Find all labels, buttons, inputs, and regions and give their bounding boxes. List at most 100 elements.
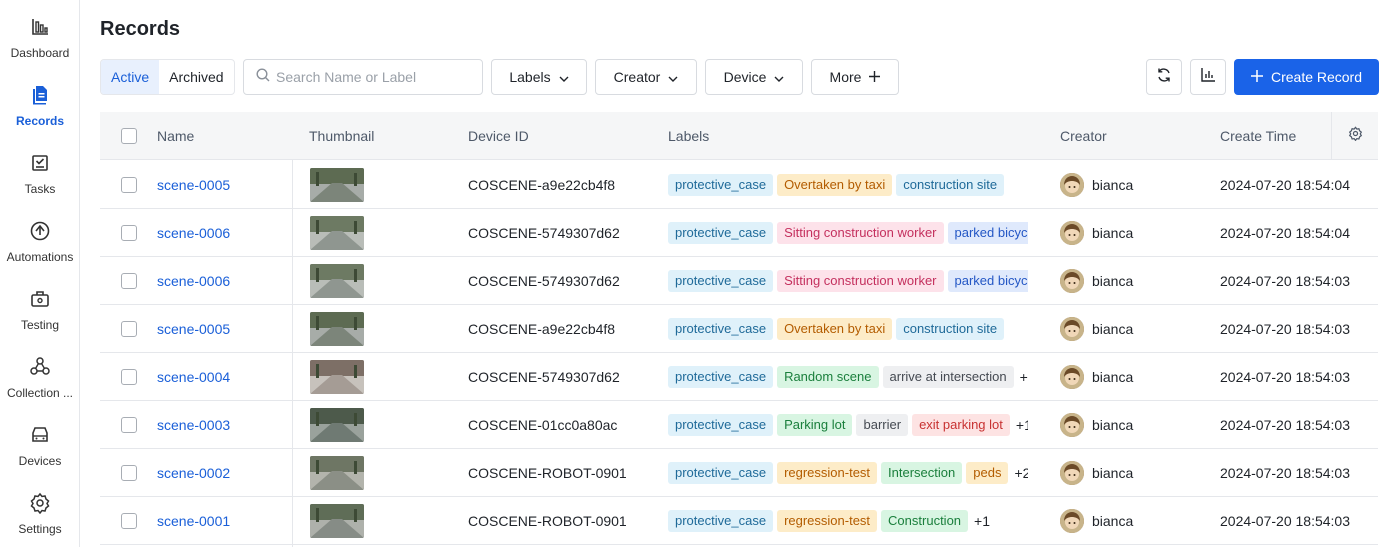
plus-icon xyxy=(869,69,881,85)
search-box xyxy=(243,59,483,95)
column-settings-button[interactable] xyxy=(1331,112,1378,160)
table-row[interactable]: scene-0005 COSCENE-a9e22cb4f8 protective_c… xyxy=(100,161,1378,209)
nav-dashboard[interactable]: Dashboard xyxy=(0,16,80,76)
label-tag[interactable]: Overtaken by taxi xyxy=(777,318,893,340)
label-tag[interactable]: Sitting construction worker xyxy=(777,270,944,292)
column-header-device-id: Device ID xyxy=(468,128,529,144)
table-row[interactable]: scene-0001 COSCENE-ROBOT-0901 protective_c… xyxy=(100,497,1378,545)
column-header-name[interactable]: Name xyxy=(157,112,194,160)
row-checkbox[interactable] xyxy=(121,417,137,433)
record-name-link[interactable]: scene-0001 xyxy=(157,497,230,545)
refresh-icon xyxy=(1156,67,1172,88)
label-tag[interactable]: construction site xyxy=(896,318,1005,340)
table-row[interactable]: scene-0006 COSCENE-5749307d62 protective_c… xyxy=(100,257,1378,305)
select-all-checkbox[interactable] xyxy=(121,128,137,144)
record-thumbnail[interactable] xyxy=(310,408,364,442)
row-checkbox[interactable] xyxy=(121,321,137,337)
label-tag[interactable]: Parking lot xyxy=(777,414,853,436)
row-checkbox[interactable] xyxy=(121,225,137,241)
more-labels-count[interactable]: +2 xyxy=(1014,465,1028,481)
row-checkbox[interactable] xyxy=(121,513,137,529)
label-tag[interactable]: protective_case xyxy=(668,366,774,388)
creator-name: bianca xyxy=(1092,369,1134,385)
labels-filter-dropdown[interactable]: Labels xyxy=(491,59,587,95)
record-name-link[interactable]: scene-0005 xyxy=(157,305,230,353)
record-thumbnail[interactable] xyxy=(310,360,364,394)
nav-tasks[interactable]: Tasks xyxy=(0,152,80,212)
label-tag[interactable]: protective_case xyxy=(668,462,774,484)
record-name-link[interactable]: scene-0002 xyxy=(157,449,230,497)
nav-settings[interactable]: Settings xyxy=(0,492,80,547)
label-tag[interactable]: exit parking lot xyxy=(912,414,1010,436)
tab-active[interactable]: Active xyxy=(101,60,160,94)
label-tag[interactable]: protective_case xyxy=(668,270,774,292)
record-name-link[interactable]: scene-0005 xyxy=(157,161,230,209)
row-checkbox[interactable] xyxy=(121,369,137,385)
avatar xyxy=(1060,461,1084,485)
record-thumbnail[interactable] xyxy=(310,456,364,490)
label-tag[interactable]: parked bicycle xyxy=(947,222,1028,244)
label-tag[interactable]: regression-test xyxy=(777,462,878,484)
search-input[interactable] xyxy=(276,69,476,85)
nav-collection[interactable]: Collection ... xyxy=(0,356,80,416)
label-tag[interactable]: protective_case xyxy=(668,414,774,436)
more-filters-button[interactable]: More xyxy=(811,59,899,95)
chevron-down-icon xyxy=(668,69,678,85)
record-name-link[interactable]: scene-0006 xyxy=(157,257,230,305)
chevron-down-icon xyxy=(559,69,569,85)
table-row[interactable]: scene-0005 COSCENE-a9e22cb4f8 protective_c… xyxy=(100,305,1378,353)
nav-automations[interactable]: Automations xyxy=(0,220,80,280)
label-tag[interactable]: Construction xyxy=(881,510,969,532)
more-labels-count[interactable]: +1 xyxy=(1016,417,1028,433)
label-tag[interactable]: peds xyxy=(966,462,1009,484)
creator-filter-dropdown[interactable]: Creator xyxy=(595,59,697,95)
tab-archived[interactable]: Archived xyxy=(159,60,233,94)
label-tag[interactable]: Sitting construction worker xyxy=(777,222,944,244)
record-thumbnail[interactable] xyxy=(310,264,364,298)
table-row[interactable]: scene-0002 COSCENE-ROBOT-0901 protective_c… xyxy=(100,449,1378,497)
column-header-thumbnail: Thumbnail xyxy=(309,128,375,144)
record-thumbnail[interactable] xyxy=(310,504,364,538)
nav-devices[interactable]: Devices xyxy=(0,424,80,484)
label-tag[interactable]: protective_case xyxy=(668,222,774,244)
record-thumbnail[interactable] xyxy=(310,168,364,202)
label-tag[interactable]: barrier xyxy=(856,414,909,436)
label-tag[interactable]: Overtaken by taxi xyxy=(777,174,893,196)
label-tag[interactable]: regression-test xyxy=(777,510,878,532)
labels-cell: protective_case Sitting construction work… xyxy=(668,257,1028,305)
label-tag[interactable]: construction site xyxy=(896,174,1005,196)
more-labels-count[interactable]: +1 xyxy=(974,513,990,529)
record-thumbnail[interactable] xyxy=(310,216,364,250)
label-tag[interactable]: arrive at intersection xyxy=(882,366,1014,388)
table-row[interactable]: scene-0004 COSCENE-5749307d62 protective_c… xyxy=(100,353,1378,401)
device-id: COSCENE-5749307d62 xyxy=(468,273,620,289)
create-time: 2024-07-20 18:54:03 xyxy=(1220,465,1350,481)
creator-name: bianca xyxy=(1092,273,1134,289)
label-tag[interactable]: Random scene xyxy=(777,366,879,388)
column-header-create-time[interactable]: Create Time xyxy=(1220,112,1296,160)
record-name-link[interactable]: scene-0004 xyxy=(157,353,230,401)
label-tag[interactable]: protective_case xyxy=(668,510,774,532)
refresh-button[interactable] xyxy=(1146,59,1182,95)
label-tag[interactable]: protective_case xyxy=(668,174,774,196)
record-name-link[interactable]: scene-0003 xyxy=(157,401,230,449)
record-thumbnail[interactable] xyxy=(310,312,364,346)
more-labels-count[interactable]: +2 xyxy=(1020,369,1028,385)
nav-testing[interactable]: Testing xyxy=(0,288,80,348)
row-checkbox[interactable] xyxy=(121,465,137,481)
statistics-button[interactable] xyxy=(1190,59,1226,95)
row-checkbox[interactable] xyxy=(121,273,137,289)
table-row[interactable]: scene-0006 COSCENE-5749307d62 protective_c… xyxy=(100,209,1378,257)
create-time: 2024-07-20 18:54:04 xyxy=(1220,225,1350,241)
create-record-button[interactable]: Create Record xyxy=(1234,59,1379,95)
nav-records[interactable]: Records xyxy=(0,84,80,144)
device-id: COSCENE-5749307d62 xyxy=(468,369,620,385)
label-tag[interactable]: Intersection xyxy=(881,462,963,484)
record-name-link[interactable]: scene-0006 xyxy=(157,209,230,257)
device-filter-dropdown[interactable]: Device xyxy=(705,59,803,95)
table-row[interactable]: scene-0003 COSCENE-01cc0a80ac protective_c… xyxy=(100,401,1378,449)
label-tag[interactable]: parked bicycle xyxy=(947,270,1028,292)
creator-name: bianca xyxy=(1092,177,1134,193)
label-tag[interactable]: protective_case xyxy=(668,318,774,340)
row-checkbox[interactable] xyxy=(121,177,137,193)
